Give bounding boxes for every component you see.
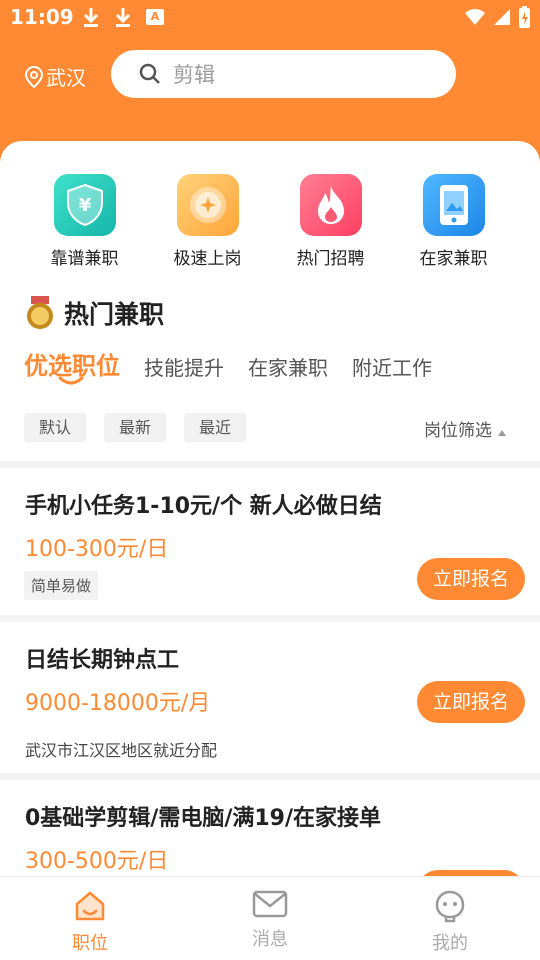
- nav-profile[interactable]: 我的: [360, 877, 540, 960]
- download-icon: [115, 8, 131, 27]
- status-time: 11:09: [10, 5, 74, 29]
- tab-skill-up[interactable]: 技能提升: [144, 352, 224, 381]
- job-title: 0基础学剪辑/需电脑/满19/在家接单: [25, 806, 382, 831]
- status-bar: 11:09 A: [0, 0, 540, 36]
- job-title: 手机小任务1-10元/个 新人必做日结: [25, 494, 382, 519]
- filter-chips: 默认 最新 最近: [24, 413, 264, 442]
- mail-icon: [252, 890, 288, 918]
- filter-latest[interactable]: 最新: [104, 413, 167, 442]
- location-label: 武汉: [46, 66, 86, 90]
- search-placeholder: 剪辑: [173, 63, 215, 87]
- job-address: 武汉市江汉区地区就近分配: [25, 741, 218, 760]
- tab-home-parttime[interactable]: 在家兼职: [248, 352, 328, 381]
- divider: [0, 615, 540, 622]
- job-salary: 9000-18000元/月: [25, 691, 211, 716]
- category-hot-recruit[interactable]: 热门招聘: [269, 174, 392, 269]
- job-tag: 简单易做: [24, 571, 99, 600]
- section-title: 热门兼职: [64, 300, 165, 329]
- category-label: 靠谱兼职: [50, 249, 119, 269]
- position-filter-label: 岗位筛选: [424, 421, 492, 441]
- tab-underline-icon: [58, 376, 84, 385]
- job-tabs: 优选职位 技能提升 在家兼职 附近工作: [24, 346, 456, 385]
- divider: [0, 773, 540, 780]
- coin-icon: [176, 174, 239, 236]
- job-card[interactable]: 手机小任务1-10元/个 新人必做日结 100-300元/日 简单易做 立即报名: [0, 468, 540, 615]
- job-title: 日结长期钟点工: [25, 648, 180, 673]
- job-salary: 300-500元/日: [25, 849, 169, 874]
- signal-icon: [494, 9, 510, 25]
- tab-label: 技能提升: [144, 356, 224, 380]
- svg-text:¥: ¥: [78, 195, 91, 216]
- tab-label: 在家兼职: [248, 356, 328, 380]
- tab-featured[interactable]: 优选职位: [24, 346, 120, 385]
- nav-jobs[interactable]: 职位: [0, 877, 180, 960]
- job-salary: 100-300元/日: [25, 537, 169, 562]
- position-filter-button[interactable]: 岗位筛选: [424, 416, 506, 441]
- nav-messages[interactable]: 消息: [180, 877, 360, 960]
- section-header: 热门兼职: [26, 295, 164, 331]
- job-card[interactable]: 0基础学剪辑/需电脑/满19/在家接单 300-500元/日: [0, 780, 540, 876]
- filter-nearest[interactable]: 最近: [184, 413, 247, 442]
- category-label: 极速上岗: [173, 249, 242, 269]
- home-icon: [75, 891, 105, 921]
- bottom-nav: 职位 消息 我的: [0, 876, 540, 960]
- phone-icon: [422, 174, 485, 236]
- caret-icon: [498, 429, 506, 436]
- font-app-icon: A: [146, 9, 164, 25]
- apply-button[interactable]: 立即报名: [417, 681, 525, 723]
- medal-icon: [27, 296, 53, 329]
- category-fast-start[interactable]: 极速上岗: [146, 174, 269, 269]
- search-input[interactable]: 剪辑: [111, 50, 456, 98]
- category-label: 在家兼职: [419, 249, 488, 269]
- main-content: ¥ 靠谱兼职 极速上岗 热门招聘 在家兼职 热门兼职 优选职位 技能提升 在家兼…: [0, 141, 540, 876]
- tab-label: 附近工作: [352, 356, 432, 380]
- profile-icon: [435, 890, 465, 923]
- nav-label: 职位: [72, 933, 108, 954]
- category-reliable-parttime[interactable]: ¥ 靠谱兼职: [23, 174, 146, 269]
- fire-icon: [299, 174, 362, 236]
- filter-default[interactable]: 默认: [24, 413, 87, 442]
- apply-button[interactable]: 立即报名: [417, 558, 525, 600]
- tab-nearby[interactable]: 附近工作: [352, 352, 432, 381]
- battery-icon: [519, 6, 530, 28]
- category-label: 热门招聘: [296, 249, 365, 269]
- location-pin-icon: [24, 65, 44, 88]
- category-row: ¥ 靠谱兼职 极速上岗 热门招聘 在家兼职: [0, 174, 540, 269]
- download-icon: [83, 8, 99, 27]
- wifi-icon: [465, 9, 485, 25]
- divider: [0, 461, 540, 468]
- shield-yen-icon: ¥: [53, 174, 116, 236]
- job-card[interactable]: 日结长期钟点工 9000-18000元/月 武汉市江汉区地区就近分配 立即报名: [0, 622, 540, 773]
- nav-label: 我的: [432, 933, 468, 954]
- category-work-from-home[interactable]: 在家兼职: [392, 174, 515, 269]
- search-icon: [139, 63, 160, 84]
- location-selector[interactable]: 武汉: [24, 62, 86, 91]
- nav-label: 消息: [252, 929, 288, 950]
